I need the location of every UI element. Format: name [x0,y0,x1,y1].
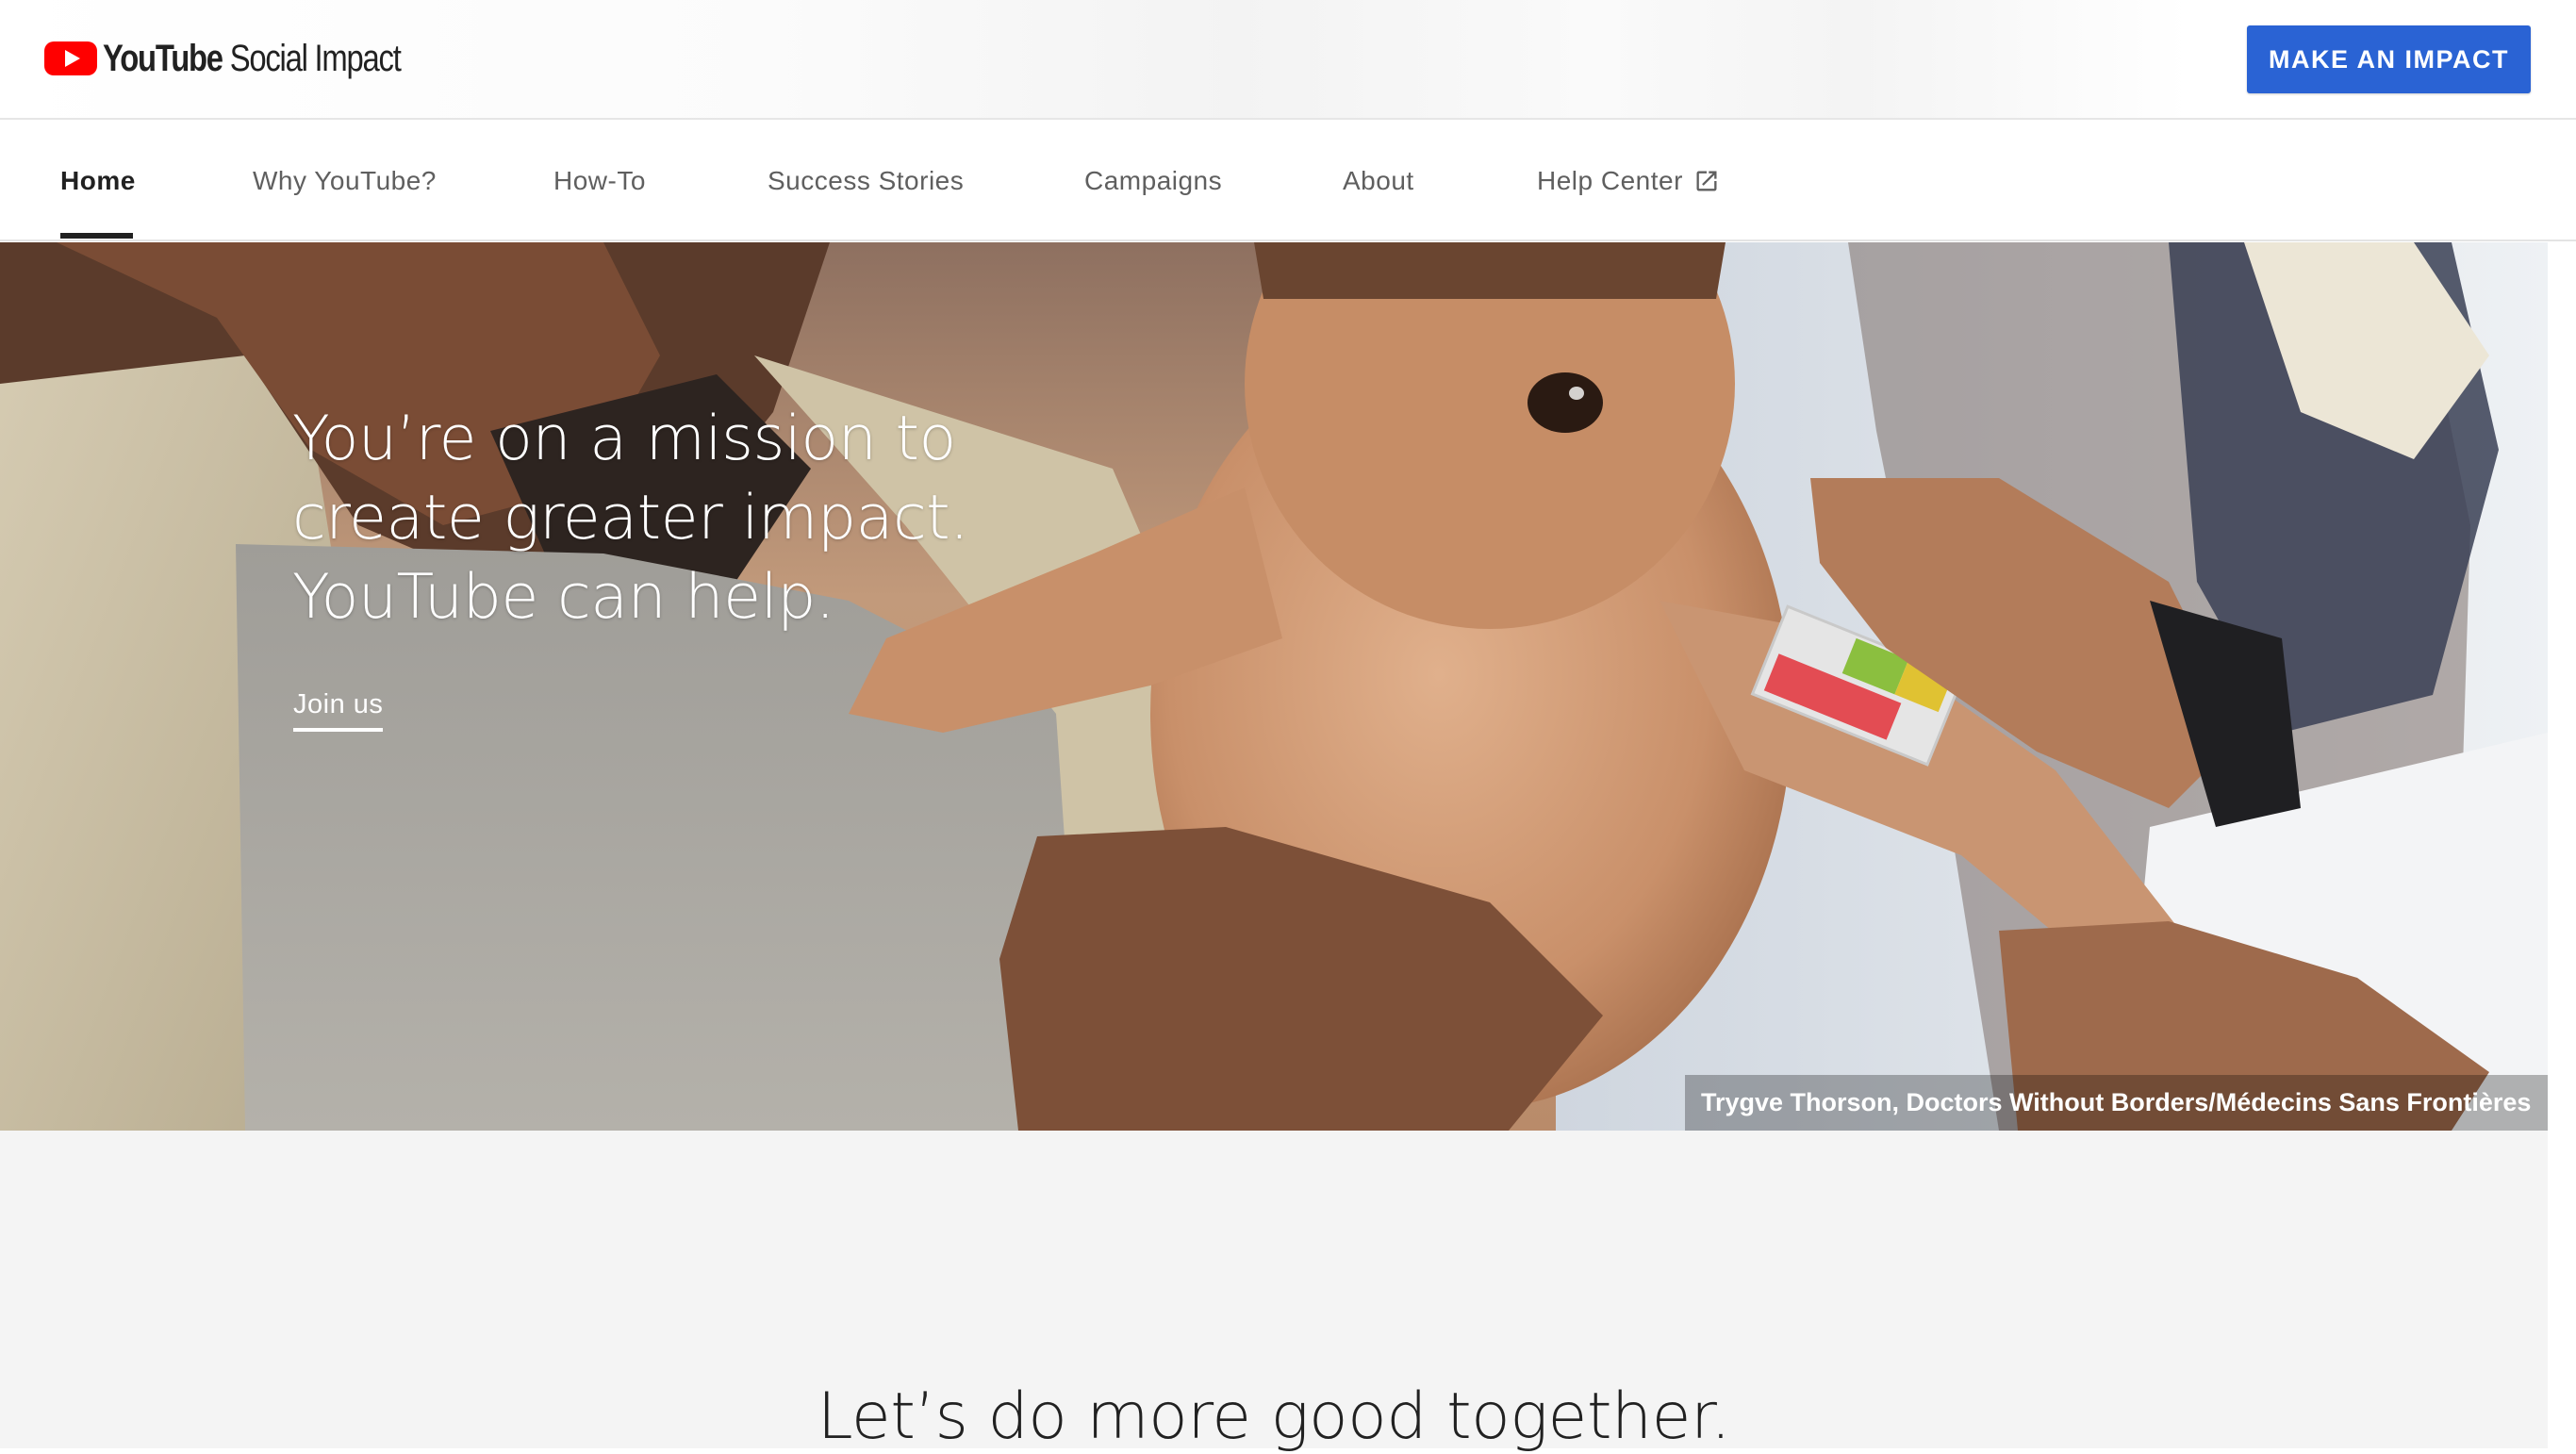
nav-item-home[interactable]: Home [60,122,136,240]
make-an-impact-button[interactable]: MAKE AN IMPACT [2247,25,2531,93]
hero-headline-line-2: create greater impact. [292,483,969,554]
logo-suffix: Social Impact [229,37,402,79]
nav-item-about[interactable]: About [1343,122,1414,240]
youtube-play-icon [44,41,97,75]
help-center-label: Help Center [1537,165,1683,195]
hero-headline: You’re on a mission to create greater im… [292,400,1141,637]
scrollbar-track[interactable] [2548,242,2576,1448]
external-link-icon [1696,171,1717,190]
nav-item-success-stories[interactable]: Success Stories [768,122,964,240]
main-nav: Home Why YouTube? How-To Success Stories… [0,122,2576,241]
hero-banner: You’re on a mission to create greater im… [0,242,2548,1131]
nav-item-help-center[interactable]: Help Center [1537,122,1720,240]
nav-item-why-youtube[interactable]: Why YouTube? [253,122,437,240]
logo-wordmark: YouTube Social Impact [103,37,402,80]
nav-active-indicator [60,233,133,239]
join-us-link[interactable]: Join us [293,689,384,732]
site-header: YouTube Social Impact MAKE AN IMPACT [0,0,2576,120]
hero-headline-line-1: You’re on a mission to [292,404,956,474]
logo-brand: YouTube [103,37,223,79]
youtube-social-impact-logo[interactable]: YouTube Social Impact [44,32,466,85]
photo-credit: Trygve Thorson, Doctors Without Borders/… [1685,1075,2548,1131]
section-title: Let’s do more good together. [817,1380,1731,1454]
nav-item-how-to[interactable]: How-To [553,122,646,240]
intro-section: Let’s do more good together. [0,1131,2548,1454]
hero-photo [0,242,2548,1131]
nav-item-campaigns[interactable]: Campaigns [1084,122,1222,240]
hero-headline-line-3: YouTube can help. [292,562,835,633]
